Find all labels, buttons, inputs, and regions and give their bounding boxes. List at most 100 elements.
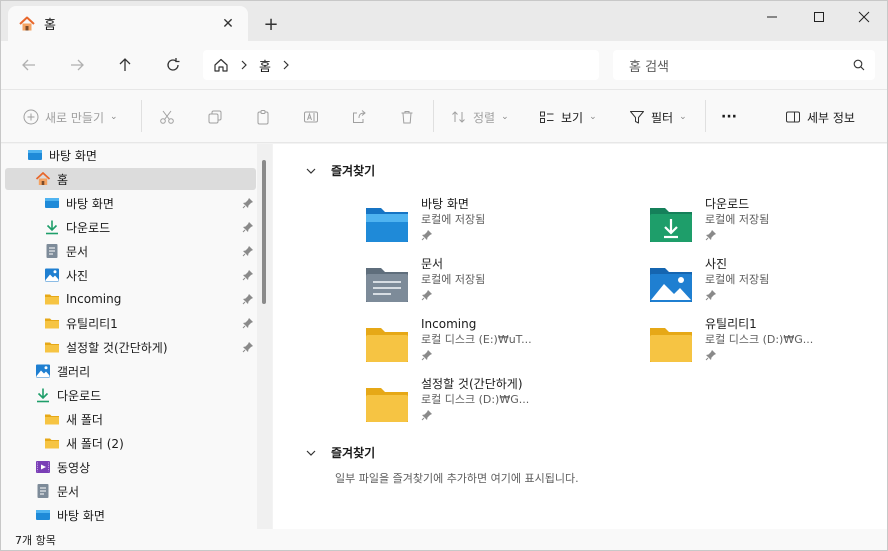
rename-icon	[304, 111, 318, 123]
filter-button[interactable]: 필터 ⌄	[629, 104, 687, 130]
chevron-right-icon[interactable]	[281, 60, 291, 70]
sidebar-item-new-folder-2[interactable]: 새 폴더 (2)	[44, 432, 124, 454]
arrow-up-icon	[119, 58, 131, 71]
maximize-button[interactable]	[796, 1, 842, 33]
command-bar: 새로 만들기 ⌄ 정렬 ⌄ 보기 ⌄ 필터 ⌄ ··· 세부 정보	[1, 89, 887, 143]
sidebar-item-new-folder[interactable]: 새 폴더	[44, 408, 103, 430]
forward-button[interactable]	[63, 51, 91, 79]
tile-desktop[interactable]: 바탕 화면 로컬에 저장됨	[363, 196, 613, 252]
pin-icon[interactable]	[242, 341, 254, 353]
up-button[interactable]	[111, 51, 139, 79]
delete-button[interactable]	[399, 104, 415, 130]
sidebar-item-utility1[interactable]: 유틸리티1	[44, 312, 118, 334]
breadcrumb-home[interactable]: 홈	[259, 56, 271, 75]
tab-close-button[interactable]: ✕	[218, 14, 238, 34]
sort-button[interactable]: 정렬 ⌄	[451, 104, 509, 130]
title-bar: 홈 ✕ +	[1, 1, 887, 41]
sidebar-item-documents[interactable]: 문서	[44, 240, 88, 262]
details-pane-icon	[786, 111, 800, 123]
clipboard-icon	[257, 110, 269, 125]
desktop-icon	[45, 198, 59, 208]
sidebar-item-videos[interactable]: 동영상	[35, 456, 90, 478]
pin-icon[interactable]	[242, 245, 254, 257]
minimize-button[interactable]	[749, 1, 795, 33]
close-button[interactable]	[841, 1, 887, 33]
details-pane-button[interactable]: 세부 정보	[785, 104, 855, 130]
chevron-down-icon: ⌄	[589, 112, 597, 122]
document-icon	[46, 244, 58, 258]
sidebar-item-downloads-2[interactable]: 다운로드	[35, 384, 101, 406]
pin-icon[interactable]	[421, 229, 433, 241]
sidebar-item-documents-2[interactable]: 문서	[35, 480, 79, 502]
back-button[interactable]	[15, 51, 43, 79]
section-header-favorites-files[interactable]: 즐겨찾기	[305, 444, 375, 461]
scrollbar-thumb[interactable]	[262, 160, 266, 304]
documents-folder-icon	[366, 268, 408, 302]
tile-utility1[interactable]: 유틸리티1 로컬 디스크 (D:)₩G...	[647, 316, 887, 372]
tile-downloads[interactable]: 다운로드 로컬에 저장됨	[647, 196, 887, 252]
trash-icon	[401, 111, 413, 124]
tile-setup[interactable]: 설정할 것(간단하게) 로컬 디스크 (D:)₩G...	[363, 376, 613, 432]
filter-button-label: 필터	[651, 110, 674, 125]
view-button[interactable]: 보기 ⌄	[539, 104, 597, 130]
tile-location: 로컬에 저장됨	[705, 273, 770, 286]
cut-button[interactable]	[159, 104, 175, 130]
tile-documents[interactable]: 문서 로컬에 저장됨	[363, 256, 613, 312]
sidebar-item-incoming[interactable]: Incoming	[44, 288, 121, 310]
tab-home[interactable]: 홈 ✕	[8, 6, 248, 41]
sidebar-item-home[interactable]: 홈	[5, 168, 256, 190]
pin-icon[interactable]	[242, 293, 254, 305]
pin-icon[interactable]	[242, 317, 254, 329]
pin-icon[interactable]	[242, 197, 254, 209]
rename-button[interactable]	[303, 104, 319, 130]
tile-location: 로컬에 저장됨	[421, 273, 486, 286]
sidebar-item-label: 바탕 화면	[57, 508, 105, 523]
sidebar-item-label: 바탕 화면	[66, 196, 114, 211]
tile-pictures[interactable]: 사진 로컬에 저장됨	[647, 256, 887, 312]
desktop-folder-icon	[366, 208, 408, 242]
download-icon	[46, 220, 58, 235]
tile-name: 사진	[705, 257, 728, 271]
tile-incoming[interactable]: Incoming 로컬 디스크 (E:)₩uT...	[363, 316, 613, 372]
tile-location: 로컬에 저장됨	[421, 213, 486, 226]
section-header-favorites[interactable]: 즐겨찾기	[305, 162, 375, 179]
chevron-right-icon[interactable]	[239, 60, 249, 70]
maximize-icon	[814, 12, 824, 22]
section-title: 즐겨찾기	[331, 164, 376, 178]
sidebar-item-desktop[interactable]: 바탕 화면	[44, 192, 114, 214]
pin-icon[interactable]	[242, 221, 254, 233]
tile-text: Incoming 로컬 디스크 (E:)₩uT...	[421, 316, 532, 372]
sidebar-item-gallery[interactable]: 갤러리	[35, 360, 90, 382]
section-title: 즐겨찾기	[331, 446, 376, 460]
new-button[interactable]: 새로 만들기 ⌄	[23, 104, 118, 130]
search-input[interactable]: 홈 검색	[613, 50, 875, 80]
pin-icon[interactable]	[421, 409, 433, 421]
share-button[interactable]	[351, 104, 367, 130]
paste-button[interactable]	[255, 104, 271, 130]
pin-icon[interactable]	[705, 229, 717, 241]
pin-icon[interactable]	[242, 269, 254, 281]
pin-icon[interactable]	[705, 349, 717, 361]
refresh-button[interactable]	[159, 51, 187, 79]
arrow-left-icon	[22, 59, 35, 71]
pin-icon[interactable]	[421, 289, 433, 301]
sort-icon	[452, 111, 465, 123]
more-options-button[interactable]: ···	[721, 104, 737, 130]
folder-icon	[45, 414, 59, 425]
address-bar[interactable]: 홈	[203, 50, 599, 80]
pin-icon[interactable]	[705, 289, 717, 301]
scissors-icon	[160, 110, 174, 124]
sidebar-item-label: 유틸리티1	[66, 316, 118, 331]
pin-icon[interactable]	[421, 349, 433, 361]
new-button-label: 새로 만들기	[45, 110, 105, 125]
sidebar-item-setup[interactable]: 설정할 것(간단하게)	[44, 336, 168, 358]
sidebar-item-pictures[interactable]: 사진	[44, 264, 88, 286]
sidebar-item-label: 문서	[57, 484, 80, 499]
sidebar-item-label: 문서	[66, 244, 89, 259]
sidebar-item-desktop-root[interactable]: 바탕 화면	[27, 144, 97, 166]
copy-button[interactable]	[207, 104, 223, 130]
new-tab-button[interactable]: +	[259, 12, 283, 36]
sidebar-scrollbar[interactable]	[257, 144, 272, 529]
sidebar-item-downloads[interactable]: 다운로드	[44, 216, 110, 238]
sidebar-item-desktop-2[interactable]: 바탕 화면	[35, 504, 105, 526]
